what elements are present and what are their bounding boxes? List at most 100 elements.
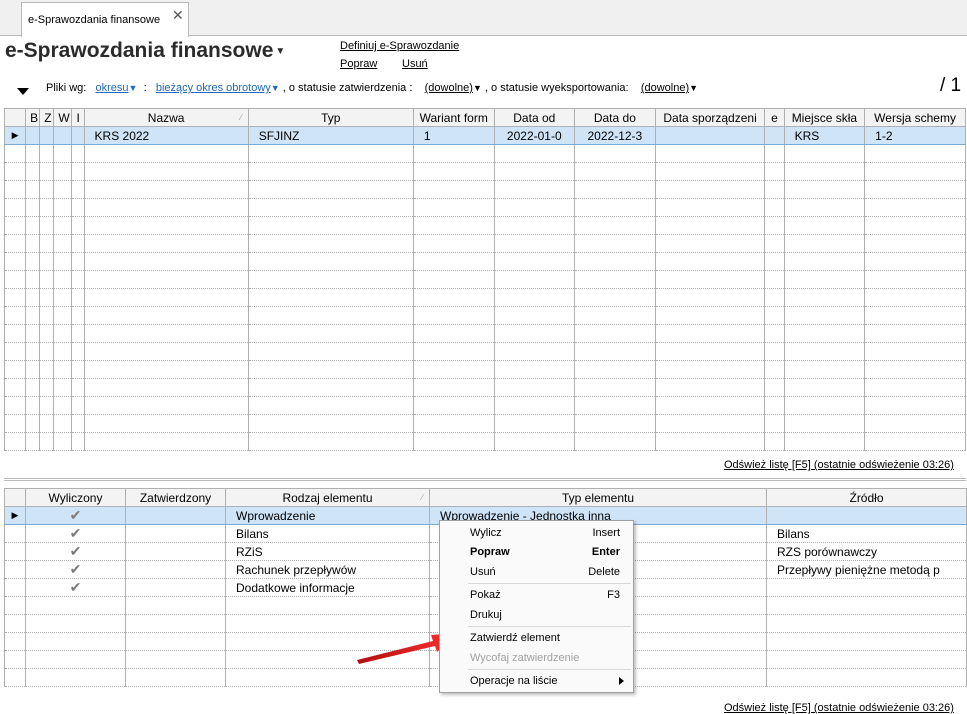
- cell[interactable]: [3, 252, 27, 271]
- cell[interactable]: [654, 378, 766, 397]
- cell[interactable]: [71, 360, 85, 379]
- cell[interactable]: [574, 306, 656, 325]
- cell-rodzaj[interactable]: Bilans: [225, 524, 430, 543]
- cell[interactable]: [654, 180, 766, 199]
- cell[interactable]: [53, 270, 73, 289]
- cell-rodzaj[interactable]: Wprowadzenie: [225, 506, 430, 525]
- cell[interactable]: [654, 216, 766, 235]
- cell[interactable]: [25, 234, 41, 253]
- table-row[interactable]: [3, 360, 966, 379]
- col-typ-elementu[interactable]: Typ elementu: [429, 488, 767, 507]
- cell[interactable]: [764, 414, 785, 433]
- cell[interactable]: [864, 324, 966, 343]
- cell[interactable]: [25, 360, 41, 379]
- cell[interactable]: [39, 414, 55, 433]
- cell[interactable]: [3, 396, 27, 415]
- table-row[interactable]: [3, 252, 966, 271]
- cell[interactable]: [53, 162, 73, 181]
- menu-item-drukuj[interactable]: Drukuj: [440, 605, 633, 625]
- cell[interactable]: [25, 342, 41, 361]
- tab-e-sprawozdania[interactable]: e-Sprawozdania finansowe ✕: [21, 2, 189, 37]
- cell[interactable]: [3, 378, 27, 397]
- cell[interactable]: [83, 342, 249, 361]
- cell[interactable]: [39, 342, 55, 361]
- col-data-do[interactable]: Data do: [574, 108, 656, 127]
- cell[interactable]: [783, 180, 866, 199]
- cell-zatwierdzony[interactable]: [125, 578, 226, 597]
- cell[interactable]: [3, 234, 27, 253]
- col-nazwa[interactable]: Nazwa ⁄: [83, 108, 249, 127]
- cell[interactable]: [53, 216, 73, 235]
- table-row[interactable]: [3, 432, 966, 451]
- cell[interactable]: [71, 324, 85, 343]
- cell[interactable]: [764, 144, 785, 163]
- splitter[interactable]: [4, 478, 966, 481]
- cell[interactable]: [412, 144, 495, 163]
- menu-item-usun[interactable]: Usuń Delete: [440, 562, 633, 582]
- cell[interactable]: [864, 270, 966, 289]
- cell[interactable]: [574, 198, 656, 217]
- chevron-down-icon[interactable]: ▼: [129, 83, 138, 93]
- cell[interactable]: [247, 378, 414, 397]
- cell[interactable]: [574, 378, 656, 397]
- cell[interactable]: [39, 288, 55, 307]
- cell[interactable]: [247, 198, 414, 217]
- table-row[interactable]: [3, 414, 966, 433]
- menu-item-wylicz[interactable]: Wylicz Insert: [440, 523, 633, 543]
- cell[interactable]: [654, 252, 766, 271]
- cell[interactable]: [764, 396, 785, 415]
- cell[interactable]: [783, 216, 866, 235]
- cell[interactable]: [39, 306, 55, 325]
- cell[interactable]: [53, 432, 73, 451]
- cell[interactable]: [3, 324, 27, 343]
- cell[interactable]: [412, 234, 495, 253]
- cell[interactable]: [764, 306, 785, 325]
- cell[interactable]: [654, 360, 766, 379]
- cell-rodzaj[interactable]: Rachunek przepływów: [225, 560, 430, 579]
- cell[interactable]: [764, 180, 785, 199]
- cell[interactable]: [25, 270, 41, 289]
- table-row[interactable]: [3, 270, 966, 289]
- cell[interactable]: [412, 360, 495, 379]
- cell-wyliczony[interactable]: ✔: [25, 560, 126, 579]
- cell[interactable]: [25, 396, 41, 415]
- cell[interactable]: [247, 414, 414, 433]
- cell[interactable]: [783, 396, 866, 415]
- cell[interactable]: [783, 162, 866, 181]
- col-typ[interactable]: Typ: [247, 108, 414, 127]
- cell[interactable]: [83, 378, 249, 397]
- cell[interactable]: [25, 162, 41, 181]
- cell[interactable]: [71, 396, 85, 415]
- cell[interactable]: [25, 650, 126, 669]
- cell-typ[interactable]: SFJINZ: [247, 126, 414, 145]
- cell[interactable]: [83, 324, 249, 343]
- cell[interactable]: [764, 198, 785, 217]
- cell[interactable]: [493, 396, 576, 415]
- cell-wariant[interactable]: 1: [412, 126, 495, 145]
- cell[interactable]: [25, 632, 126, 651]
- cell[interactable]: [3, 414, 27, 433]
- cell[interactable]: [53, 288, 73, 307]
- cell[interactable]: [247, 144, 414, 163]
- cell[interactable]: [412, 396, 495, 415]
- cell[interactable]: [53, 306, 73, 325]
- cell[interactable]: [71, 252, 85, 271]
- cell[interactable]: [53, 396, 73, 415]
- cell[interactable]: [412, 162, 495, 181]
- cell[interactable]: [654, 342, 766, 361]
- cell[interactable]: [83, 288, 249, 307]
- cell[interactable]: [39, 252, 55, 271]
- cell[interactable]: [574, 396, 656, 415]
- cell[interactable]: [654, 234, 766, 253]
- cell[interactable]: [39, 198, 55, 217]
- cell[interactable]: [71, 288, 85, 307]
- cell[interactable]: [654, 198, 766, 217]
- cell[interactable]: [71, 270, 85, 289]
- export-dropdown[interactable]: (dowolne): [641, 82, 689, 94]
- cell[interactable]: [864, 414, 966, 433]
- cell[interactable]: [493, 270, 576, 289]
- menu-item-pokaz[interactable]: Pokaż F3: [440, 585, 633, 605]
- cell[interactable]: [83, 360, 249, 379]
- col-zrodlo[interactable]: Źródło: [766, 488, 967, 507]
- cell[interactable]: [71, 234, 85, 253]
